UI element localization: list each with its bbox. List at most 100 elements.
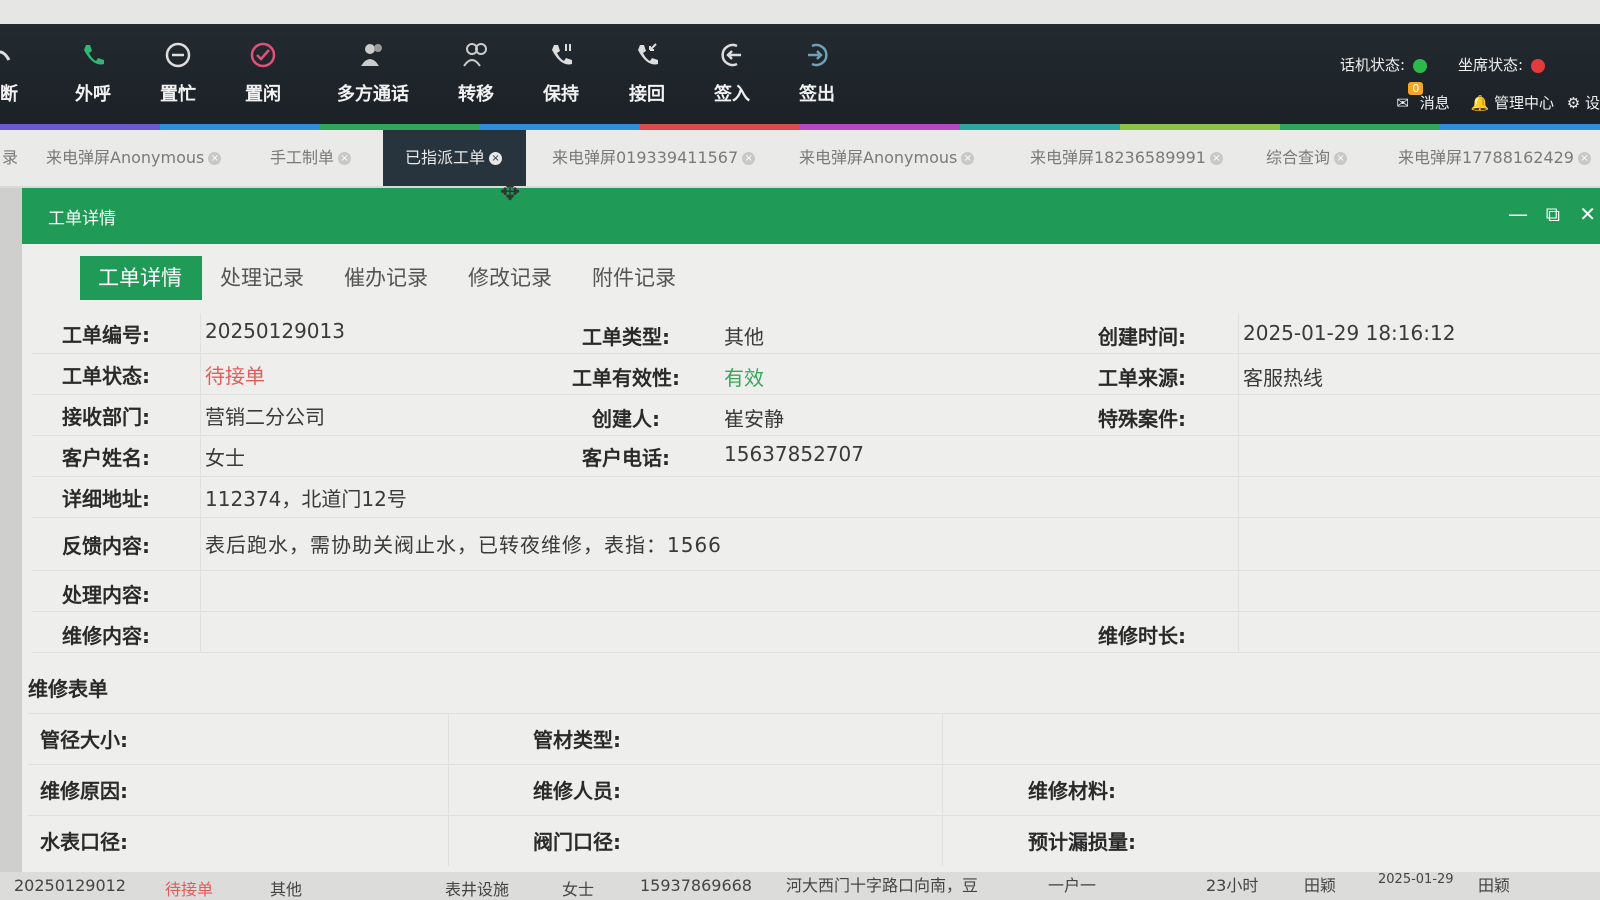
customer-phone-label: 客户电话: xyxy=(582,446,670,470)
repair-form: 管径大小: 管材类型: 维修原因: 维修人员: 维修材料: 水表口径: 阀门口径… xyxy=(28,713,1600,866)
minimize-icon[interactable]: — xyxy=(1508,202,1528,226)
settings-link[interactable]: 设 xyxy=(1585,94,1600,112)
tab-incoming-019339411567[interactable]: 来电弹屏019339411567 × xyxy=(540,130,767,186)
admin-center-link[interactable]: 管理中心 xyxy=(1494,94,1554,112)
hangup-button[interactable]: 挂断 xyxy=(0,40,40,106)
tab-comprehensive-query[interactable]: 综合查询 × xyxy=(1254,130,1359,186)
close-dialog-icon[interactable]: ✕ xyxy=(1579,202,1596,226)
conference-call-button[interactable]: 多方通话 xyxy=(323,40,423,106)
mail-icon[interactable]: ✉ 0 xyxy=(1396,82,1424,112)
set-idle-button[interactable]: 置闲 xyxy=(223,40,303,106)
tab-incoming-anonymous-2[interactable]: 来电弹屏Anonymous × xyxy=(787,130,986,186)
info-row: 客户姓名: 女士 客户电话: 15637852707 xyxy=(32,436,1600,477)
move-cursor-icon: ✥ xyxy=(500,178,521,206)
info-row: 反馈内容: 表后跑水，需协助关阀止水，已转夜维修，表指：1566 xyxy=(32,518,1600,571)
subtab-order-detail[interactable]: 工单详情 xyxy=(80,256,202,300)
close-icon[interactable]: × xyxy=(742,152,756,165)
transfer-button[interactable]: 转移 xyxy=(436,40,516,106)
phone-status-indicator xyxy=(1413,58,1428,73)
bell-icon: 🔔 xyxy=(1470,94,1490,112)
info-row: 工单状态: 待接单 工单有效性: 有效 工单来源: 客服热线 xyxy=(32,354,1600,395)
retrieve-icon xyxy=(607,40,687,74)
customer-name-label: 客户姓名: xyxy=(62,446,150,470)
maximize-icon[interactable]: ⧉ xyxy=(1546,202,1560,226)
creator-label: 创建人: xyxy=(592,407,660,431)
set-busy-button[interactable]: 置忙 xyxy=(138,40,218,106)
source-value: 客服热线 xyxy=(1243,366,1323,390)
seat-status-indicator xyxy=(1531,58,1546,73)
gear-icon[interactable]: ⚙ xyxy=(1567,94,1580,112)
repair-content-label: 维修内容: xyxy=(62,624,150,648)
tab-incoming-anonymous-1[interactable]: 来电弹屏Anonymous × xyxy=(34,130,233,186)
background-page-edge xyxy=(0,188,22,872)
order-type-label: 工单类型: xyxy=(582,325,670,349)
status-area: 话机状态: 坐席状态: ✉ 0 消息 🔔 管理中心 ⚙ 设 xyxy=(1340,24,1600,124)
creator-value: 崔安静 xyxy=(724,407,784,431)
busy-icon xyxy=(138,40,218,74)
repair-row: 水表口径: 阀门口径: 预计漏损量: xyxy=(28,815,1600,866)
close-icon[interactable]: × xyxy=(489,152,503,165)
close-icon[interactable]: × xyxy=(1577,152,1591,165)
sign-out-button[interactable]: 签出 xyxy=(777,40,857,106)
info-row: 处理内容: xyxy=(32,571,1600,612)
subtab-modify-records[interactable]: 修改记录 xyxy=(450,256,570,300)
repair-worker-label: 维修人员: xyxy=(533,779,621,803)
order-detail-dialog: 工单详情 ✥ — ⧉ ✕ 工单详情 处理记录 催办记录 修改记录 附件记录 工单… xyxy=(22,178,1600,872)
messages-link[interactable]: 消息 xyxy=(1420,94,1450,112)
retrieve-button[interactable]: 接回 xyxy=(607,40,687,106)
meter-caliber-label: 水表口径: xyxy=(40,830,128,854)
message-count-badge: 0 xyxy=(1408,82,1424,95)
dialog-title: 工单详情 xyxy=(48,209,116,229)
special-case-label: 特殊案件: xyxy=(1098,407,1186,431)
close-icon[interactable]: × xyxy=(961,152,975,165)
subtab-handling-records[interactable]: 处理记录 xyxy=(202,256,322,300)
order-no-label: 工单编号: xyxy=(62,323,150,347)
close-icon[interactable]: × xyxy=(208,152,222,165)
order-type-value: 其他 xyxy=(724,325,764,349)
transfer-icon xyxy=(436,40,516,74)
hangup-icon xyxy=(0,40,40,74)
estimated-leak-label: 预计漏损量: xyxy=(1028,830,1136,854)
message-bar: ✉ 0 消息 🔔 管理中心 ⚙ 设 xyxy=(1396,82,1600,113)
idle-icon xyxy=(223,40,303,74)
hold-button[interactable]: 保持 xyxy=(521,40,601,106)
close-icon[interactable]: × xyxy=(1334,152,1348,165)
close-icon[interactable]: × xyxy=(1209,152,1223,165)
conference-icon xyxy=(323,40,423,74)
tab-manual-order[interactable]: 手工制单 × xyxy=(258,130,363,186)
phone-status: 话机状态: xyxy=(1340,54,1428,75)
repair-row: 维修原因: 维修人员: 维修材料: xyxy=(28,764,1600,815)
repair-duration-label: 维修时长: xyxy=(1098,624,1186,648)
validity-value: 有效 xyxy=(724,366,764,390)
info-row: 接收部门: 营销二分公司 创建人: 崔安静 特殊案件: xyxy=(32,395,1600,436)
dialog-header[interactable]: 工单详情 ✥ — ⧉ ✕ xyxy=(22,178,1600,244)
order-status-value: 待接单 xyxy=(205,364,265,388)
address-value: 112374，北道门12号 xyxy=(205,487,407,511)
close-icon[interactable]: × xyxy=(338,152,352,165)
repair-reason-label: 维修原因: xyxy=(40,779,128,803)
seat-status: 坐席状态: xyxy=(1458,54,1546,75)
background-table-row[interactable]: 20250129012 待接单 其他 表井设施 女士 15937869668 河… xyxy=(0,872,1600,900)
dept-label: 接收部门: xyxy=(62,405,150,429)
phone-icon xyxy=(53,40,133,74)
outbound-call-button[interactable]: 外呼 xyxy=(53,40,133,106)
address-label: 详细地址: xyxy=(62,487,150,511)
feedback-value: 表后跑水，需协助关阀止水，已转夜维修，表指：1566 xyxy=(205,533,722,557)
subtab-attachment-records[interactable]: 附件记录 xyxy=(574,256,694,300)
source-label: 工单来源: xyxy=(1098,366,1186,390)
tab-incoming-17788162429[interactable]: 来电弹屏17788162429 × xyxy=(1386,130,1600,186)
repair-form-title: 维修表单 xyxy=(28,677,108,701)
tab-incoming-18236589991[interactable]: 来电弹屏18236589991 × xyxy=(1018,130,1235,186)
hold-icon xyxy=(521,40,601,74)
pipe-size-label: 管径大小: xyxy=(40,728,128,752)
pipe-type-label: 管材类型: xyxy=(533,728,621,752)
tab-partial[interactable]: 录 xyxy=(0,130,30,186)
customer-phone-value: 15637852707 xyxy=(724,442,864,466)
info-row: 详细地址: 112374，北道门12号 xyxy=(32,477,1600,518)
order-status-label: 工单状态: xyxy=(62,364,150,388)
info-row: 工单编号: 20250129013 工单类型: 其他 创建时间: 2025-01… xyxy=(32,313,1600,354)
subtab-urge-records[interactable]: 催办记录 xyxy=(326,256,446,300)
sign-in-button[interactable]: 签入 xyxy=(692,40,772,106)
customer-name-value: 女士 xyxy=(205,446,245,470)
desktop-strip xyxy=(0,0,1600,24)
